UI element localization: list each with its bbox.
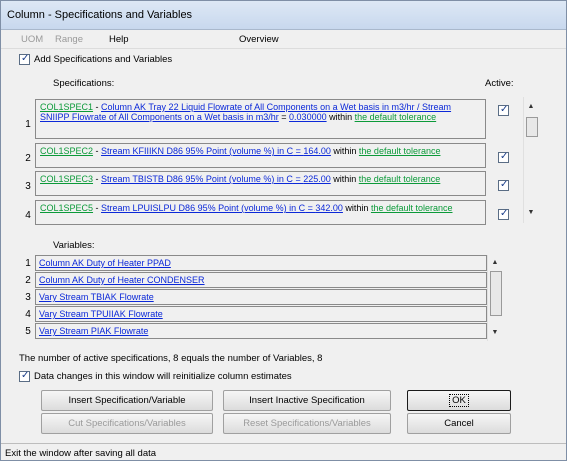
variable-row-num: 5 (25, 326, 31, 337)
spec-value-link[interactable]: 164.00 (303, 146, 331, 156)
active-header: Active: (485, 78, 514, 89)
window-title: Column - Specifications and Variables (7, 9, 193, 21)
variables-header: Variables: (53, 240, 95, 251)
spec-tolerance-link[interactable]: the default tolerance (359, 174, 441, 184)
cancel-button[interactable]: Cancel (407, 413, 511, 434)
spec-scrollbar[interactable]: ▲ ▼ (523, 97, 539, 223)
scroll-up-arrow-icon[interactable]: ▲ (524, 103, 538, 110)
spec-id-link[interactable]: COL1SPEC1 (40, 102, 93, 112)
reinit-checkbox[interactable] (19, 370, 30, 382)
insert-inactive-button[interactable]: Insert Inactive Specification (223, 390, 391, 411)
spec-within: within (330, 146, 359, 156)
spec-row-num: 2 (25, 153, 31, 164)
variable-row-num: 1 (25, 258, 31, 269)
variable-link[interactable]: Vary Stream TBIAK Flowrate (39, 292, 154, 302)
cut-button: Cut Specifications/Variables (41, 413, 213, 434)
spec-row-num: 3 (25, 181, 31, 192)
ok-button-label: OK (449, 394, 469, 407)
ok-button[interactable]: OK (407, 390, 511, 411)
scrollbar-thumb[interactable] (490, 271, 502, 316)
spec-row-num: 4 (25, 210, 31, 221)
spec-value-link[interactable]: 0.030000 (289, 112, 327, 122)
spec-active-checkbox[interactable] (498, 151, 509, 163)
specifications-list: COL1SPEC1 - Column AK Tray 22 Liquid Flo… (35, 95, 486, 225)
spec-value-link[interactable]: 342.00 (315, 203, 343, 213)
spec-tolerance-link[interactable]: the default tolerance (355, 112, 437, 122)
variable-link[interactable]: Vary Stream TPUIIAK Flowrate (39, 309, 163, 319)
scrollbar-thumb[interactable] (526, 117, 538, 137)
menu-bar: UOM Range Help Overview (1, 30, 566, 49)
scroll-down-arrow-icon[interactable]: ▼ (488, 329, 502, 336)
specifications-header: Specifications: (53, 78, 115, 89)
dialog-window: Column - Specifications and Variables UO… (0, 0, 567, 461)
variables-scrollbar[interactable]: ▲ ▼ (487, 255, 503, 341)
spec-within: within (330, 174, 359, 184)
variable-row-num: 4 (25, 309, 31, 320)
status-message: The number of active specifications, 8 e… (19, 353, 323, 364)
spec-equals[interactable]: = (293, 174, 303, 184)
spec-id-link[interactable]: COL1SPEC2 (40, 146, 93, 156)
variable-row[interactable]: 5 Vary Stream PIAK Flowrate (21, 323, 487, 340)
spec-within: within (326, 112, 355, 122)
add-specs-checkbox[interactable] (19, 53, 30, 65)
reset-button: Reset Specifications/Variables (223, 413, 391, 434)
spec-separator: - (93, 146, 102, 156)
menu-help[interactable]: Help (109, 34, 129, 45)
menu-uom: UOM (21, 34, 44, 45)
spec-separator: - (93, 102, 102, 112)
variable-row[interactable]: 4 Vary Stream TPUIIAK Flowrate (21, 306, 487, 323)
spec-row[interactable]: COL1SPEC3 - Stream TBISTB D86 95% Point … (35, 171, 486, 196)
status-bar-text: Exit the window after saving all data (5, 448, 157, 459)
spec-row[interactable]: COL1SPEC1 - Column AK Tray 22 Liquid Flo… (35, 99, 486, 139)
spec-row[interactable]: COL1SPEC2 - Stream KFIIIKN D86 95% Point… (35, 143, 486, 168)
spec-equals: = (278, 112, 290, 122)
spec-desc-link[interactable]: Stream LPUISLPU D86 95% Point (volume %)… (101, 203, 305, 213)
spec-value-link[interactable]: 225.00 (303, 174, 331, 184)
variable-row-num: 3 (25, 292, 31, 303)
variable-row[interactable]: 3 Vary Stream TBIAK Flowrate (21, 289, 487, 306)
spec-operator[interactable]: / (415, 102, 423, 112)
menu-overview[interactable]: Overview (239, 34, 279, 45)
scroll-up-arrow-icon[interactable]: ▲ (488, 259, 502, 266)
title-bar[interactable]: Column - Specifications and Variables (1, 1, 566, 30)
menu-range: Range (55, 34, 83, 45)
spec-equals[interactable]: = (293, 146, 303, 156)
spec-separator: - (93, 174, 102, 184)
insert-spec-var-button[interactable]: Insert Specification/Variable (41, 390, 213, 411)
spec-tolerance-link[interactable]: the default tolerance (371, 203, 453, 213)
spec-active-checkbox[interactable] (498, 208, 509, 220)
spec-desc-link[interactable]: Stream TBISTB D86 95% Point (volume %) i… (101, 174, 293, 184)
spec-id-link[interactable]: COL1SPEC3 (40, 174, 93, 184)
spec-active-checkbox[interactable] (498, 104, 509, 116)
spec-id-link[interactable]: COL1SPEC5 (40, 203, 93, 213)
spec-desc-link[interactable]: Stream KFIIIKN D86 95% Point (volume %) … (101, 146, 293, 156)
status-bar: Exit the window after saving all data (1, 443, 566, 460)
spec-row-num: 1 (25, 119, 31, 130)
spec-equals[interactable]: = (305, 203, 315, 213)
spec-row[interactable]: COL1SPEC5 - Stream LPUISLPU D86 95% Poin… (35, 200, 486, 225)
variable-row-num: 2 (25, 275, 31, 286)
spec-separator: - (93, 203, 102, 213)
variable-link[interactable]: Vary Stream PIAK Flowrate (39, 326, 148, 336)
add-specs-label: Add Specifications and Variables (34, 54, 173, 65)
spec-desc-link[interactable]: Column AK Tray 22 Liquid Flowrate of All… (101, 102, 415, 112)
spec-tolerance-link[interactable]: the default tolerance (359, 146, 441, 156)
variable-link[interactable]: Column AK Duty of Heater CONDENSER (39, 275, 205, 285)
spec-within: within (342, 203, 371, 213)
scroll-down-arrow-icon[interactable]: ▼ (524, 209, 538, 216)
variable-row[interactable]: 2 Column AK Duty of Heater CONDENSER (21, 272, 487, 289)
variable-link[interactable]: Column AK Duty of Heater PPAD (39, 258, 171, 268)
reinit-label: Data changes in this window will reiniti… (34, 371, 292, 382)
spec-active-checkbox[interactable] (498, 179, 509, 191)
variable-row[interactable]: 1 Column AK Duty of Heater PPAD (21, 255, 487, 272)
